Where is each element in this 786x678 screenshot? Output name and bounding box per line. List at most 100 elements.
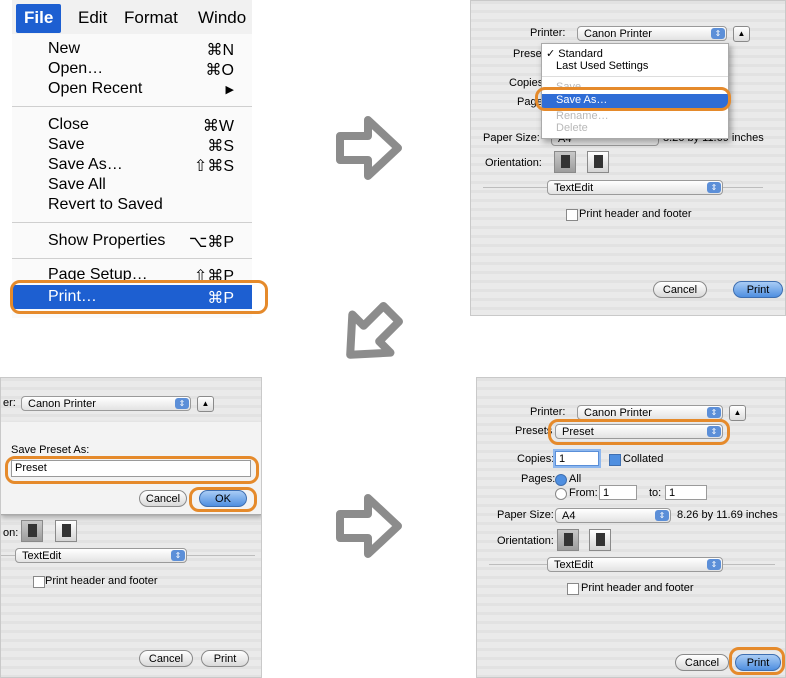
print-button[interactable]: Print xyxy=(733,281,783,298)
save-preset-sheet: Save Preset As: Preset Cancel OK xyxy=(1,422,261,515)
ok-button[interactable]: OK xyxy=(199,490,247,507)
sheet-cancel-button[interactable]: Cancel xyxy=(139,490,187,507)
pages-from-label: From: xyxy=(569,487,598,499)
landscape-icon xyxy=(596,533,605,546)
presets-label: Presets xyxy=(515,425,553,437)
background-document-text xyxy=(477,378,785,677)
menu-item-revert[interactable]: Revert to Saved xyxy=(12,194,252,216)
paper-size-label: Paper Size: xyxy=(497,509,554,521)
portrait-button[interactable] xyxy=(557,529,579,551)
menu-item-page-setup[interactable]: Page Setup… ⇧⌘P xyxy=(12,264,252,286)
presets-popup[interactable]: Preset ⇕ xyxy=(555,424,723,439)
preset-standard[interactable]: ✓ Standard xyxy=(546,47,603,60)
from-page-input[interactable]: 1 xyxy=(599,485,637,500)
menu-bar: File Edit Format Windo xyxy=(12,0,252,34)
menu-format[interactable]: Format xyxy=(124,8,178,28)
submenu-arrow-icon: ▶ xyxy=(225,84,234,96)
header-footer-label: Print header and footer xyxy=(45,575,158,587)
menu-item-open[interactable]: Open… ⌘O xyxy=(12,58,252,80)
menu-divider xyxy=(12,258,252,259)
menu-item-close[interactable]: Close ⌘W xyxy=(12,114,252,136)
portrait-icon xyxy=(561,155,570,168)
file-menu-panel: File Edit Format Windo New ⌘N Open… ⌘O Ope… xyxy=(12,0,252,318)
menu-item-show-properties[interactable]: Show Properties ⌥⌘P xyxy=(12,230,252,252)
cancel-button[interactable]: Cancel xyxy=(653,281,707,298)
preset-name-input[interactable]: Preset xyxy=(11,460,251,477)
preset-last-used[interactable]: Last Used Settings xyxy=(556,60,648,72)
portrait-icon xyxy=(28,524,37,537)
save-preset-dialog: er: Canon Printer ⇕ ▲ Save Preset As: Pre… xyxy=(0,377,262,678)
menu-item-save-all[interactable]: Save All xyxy=(12,174,252,196)
pages-all-radio[interactable] xyxy=(555,474,567,486)
portrait-button[interactable] xyxy=(21,520,43,542)
paper-size-popup[interactable]: A4 ⇕ xyxy=(555,508,671,523)
right-arrow-icon xyxy=(336,116,402,180)
collated-label: Collated xyxy=(623,453,664,465)
popup-arrows-icon: ⇕ xyxy=(707,426,721,437)
menu-divider xyxy=(12,106,252,107)
copies-label: Copies: xyxy=(517,453,555,465)
landscape-icon xyxy=(62,524,71,537)
cancel-button[interactable]: Cancel xyxy=(139,650,193,667)
printer-popup[interactable]: Canon Printer ⇕ xyxy=(21,396,191,411)
landscape-button[interactable] xyxy=(55,520,77,542)
preset-save-as[interactable]: Save As… xyxy=(542,94,728,108)
printer-label: er: xyxy=(3,397,16,409)
menu-item-print[interactable]: Print… ⌘P xyxy=(12,285,252,309)
paper-size-label: Paper Size: xyxy=(483,132,540,144)
portrait-icon xyxy=(564,533,573,546)
copies-label: Copies xyxy=(509,77,544,89)
print-dialog-with-preset: Printer: Canon Printer ⇕ ▲ Presets Preset… xyxy=(476,377,786,678)
header-footer-label: Print header and footer xyxy=(581,582,694,594)
printer-label: Printer: xyxy=(530,406,566,418)
to-label: to: xyxy=(649,487,662,499)
disclosure-button[interactable]: ▲ xyxy=(197,396,214,412)
printer-popup[interactable]: Canon Printer ⇕ xyxy=(577,26,727,41)
menu-item-save-as[interactable]: Save As… ⇧⌘S xyxy=(12,154,252,176)
menu-file[interactable]: File xyxy=(16,4,62,33)
disclosure-button[interactable]: ▲ xyxy=(729,405,746,421)
landscape-button[interactable] xyxy=(589,529,611,551)
popup-arrows-icon: ⇕ xyxy=(175,398,189,409)
orientation-label: on: xyxy=(3,527,19,539)
header-footer-label: Print header and footer xyxy=(579,208,692,220)
print-button[interactable]: Print xyxy=(201,650,249,667)
menu-divider xyxy=(12,222,252,223)
disclosure-button[interactable]: ▲ xyxy=(733,26,750,42)
to-page-input[interactable]: 1 xyxy=(665,485,707,500)
cancel-button[interactable]: Cancel xyxy=(675,654,729,671)
menu-item-open-recent[interactable]: Open Recent ▶ xyxy=(12,78,252,100)
app-settings-popup[interactable]: TextEdit ⇕ xyxy=(547,180,723,195)
orientation-label: Orientation: xyxy=(497,535,554,547)
pages-from-radio[interactable] xyxy=(555,488,567,500)
menu-item-new[interactable]: New ⌘N xyxy=(12,38,252,60)
header-footer-checkbox[interactable] xyxy=(567,583,579,595)
presets-dropdown: ✓ Standard Last Used Settings Save Save … xyxy=(541,43,729,139)
printer-label: Printer: xyxy=(530,27,566,39)
print-dialog-presets-menu: Printer: Canon Printer ⇕ ▲ Presets Copies… xyxy=(470,0,786,316)
header-footer-checkbox[interactable] xyxy=(566,209,578,221)
popup-arrows-icon: ⇕ xyxy=(655,510,669,521)
landscape-icon xyxy=(594,155,603,168)
popup-arrows-icon: ⇕ xyxy=(707,559,721,570)
menu-item-save[interactable]: Save ⌘S xyxy=(12,134,252,156)
app-settings-popup[interactable]: TextEdit ⇕ xyxy=(15,548,187,563)
menu-divider xyxy=(542,76,728,77)
header-footer-checkbox[interactable] xyxy=(33,576,45,588)
popup-arrows-icon: ⇕ xyxy=(171,550,185,561)
landscape-button[interactable] xyxy=(587,151,609,173)
app-settings-popup[interactable]: TextEdit ⇕ xyxy=(547,557,723,572)
print-button[interactable]: Print xyxy=(735,654,781,671)
paper-dims: 8.26 by 11.69 inches xyxy=(677,509,778,521)
copies-input[interactable]: 1 xyxy=(555,451,599,466)
popup-arrows-icon: ⇕ xyxy=(707,407,721,418)
collated-checkbox[interactable] xyxy=(609,454,621,466)
preset-save: Save xyxy=(556,81,582,93)
menu-window[interactable]: Windo xyxy=(198,8,246,28)
popup-arrows-icon: ⇕ xyxy=(707,182,721,193)
portrait-button[interactable] xyxy=(554,151,576,173)
preset-delete: Delete xyxy=(556,122,588,134)
menu-edit[interactable]: Edit xyxy=(78,8,107,28)
printer-popup[interactable]: Canon Printer ⇕ xyxy=(577,405,723,420)
preset-rename: Rename… xyxy=(556,110,609,122)
